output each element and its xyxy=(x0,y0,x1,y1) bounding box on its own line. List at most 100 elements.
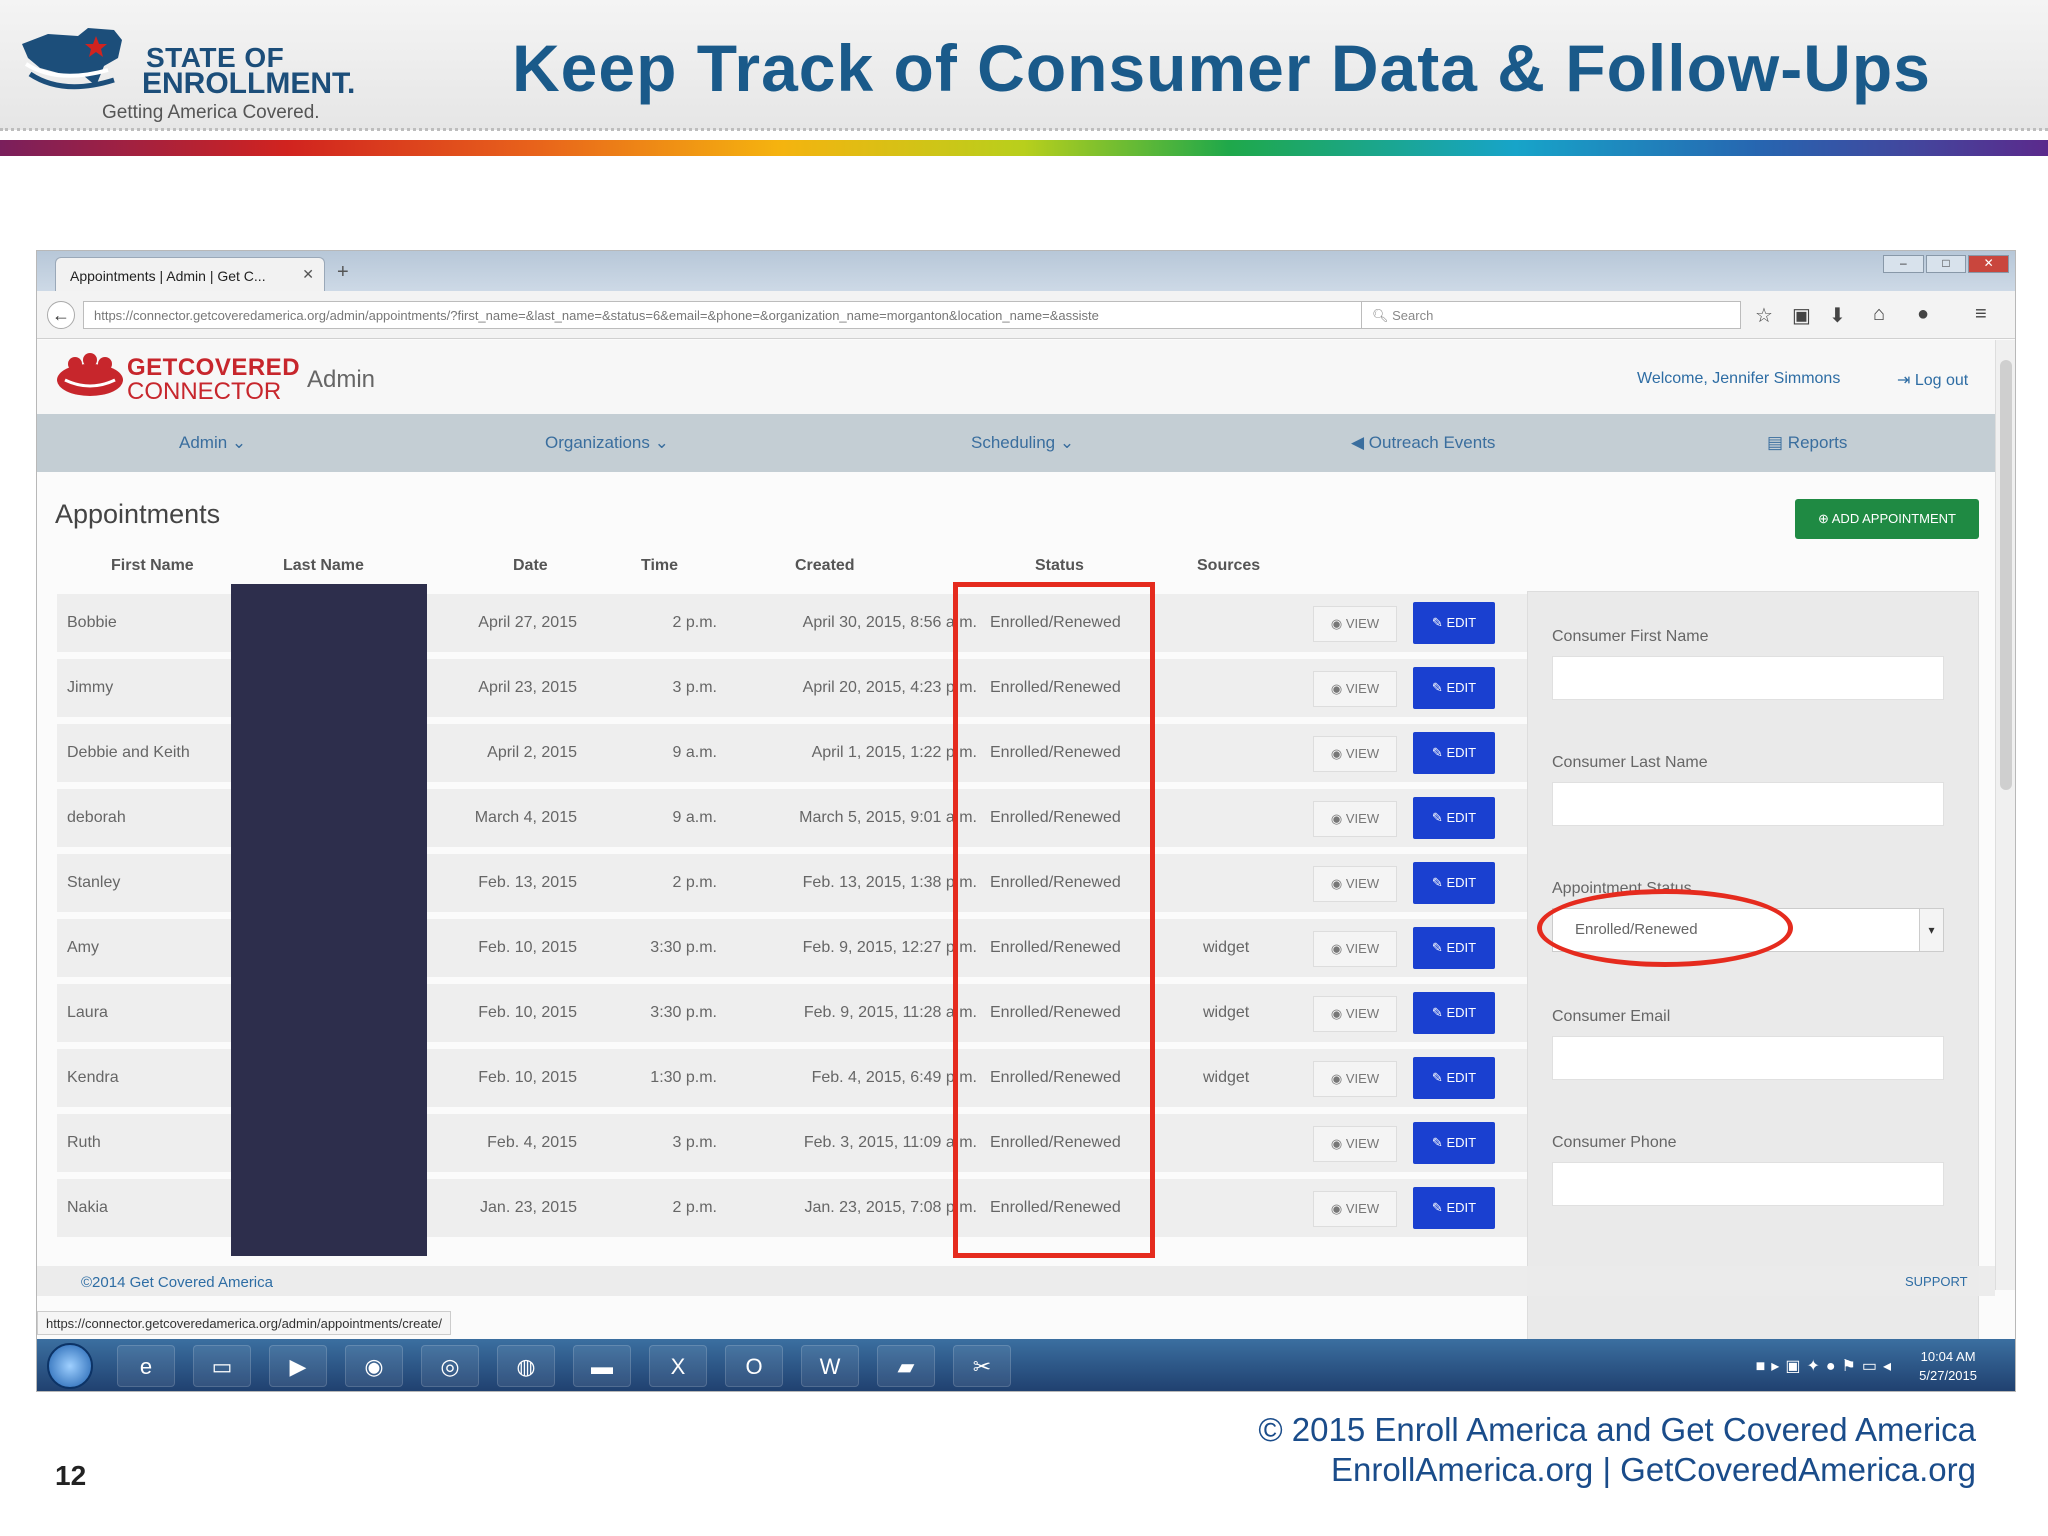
file-explorer-icon[interactable]: ▭ xyxy=(193,1345,251,1387)
col-date[interactable]: Date xyxy=(513,557,548,575)
view-button[interactable]: ◉ VIEW xyxy=(1313,866,1397,902)
edit-button[interactable]: ✎ EDIT xyxy=(1413,797,1495,839)
view-button[interactable]: ◉ VIEW xyxy=(1313,1061,1397,1097)
close-window-icon[interactable]: ✕ xyxy=(1968,255,2010,273)
view-label: VIEW xyxy=(1345,1006,1380,1021)
view-button[interactable]: ◉ VIEW xyxy=(1313,606,1397,642)
browser-search-input[interactable]: 🔍︎ Search xyxy=(1361,301,1741,329)
edit-button[interactable]: ✎ EDIT xyxy=(1413,667,1495,709)
bookmark-star-icon[interactable]: ☆ xyxy=(1755,303,1773,328)
copyright-line2: EnrollAmerica.org | GetCoveredAmerica.or… xyxy=(1331,1451,1976,1488)
view-button[interactable]: ◉ VIEW xyxy=(1313,1191,1397,1227)
support-link[interactable]: SUPPORT xyxy=(1905,1274,1968,1289)
pencil-icon: ✎ xyxy=(1431,810,1447,825)
eye-icon: ◉ xyxy=(1330,746,1346,761)
col-status[interactable]: Status xyxy=(1035,557,1084,575)
last-name-filter-label: Consumer Last Name xyxy=(1552,754,1708,771)
word-icon[interactable]: W xyxy=(801,1345,859,1387)
edit-button[interactable]: ✎ EDIT xyxy=(1413,1057,1495,1099)
firefox-icon[interactable]: ◍ xyxy=(497,1345,555,1387)
menu-admin[interactable]: Admin ⌄ xyxy=(179,433,246,453)
cell-time: 2 p.m. xyxy=(672,1199,717,1216)
first-name-filter-input[interactable] xyxy=(1552,656,1944,700)
edit-label: EDIT xyxy=(1446,940,1477,955)
back-arrow-icon[interactable]: ← xyxy=(47,301,75,329)
system-tray-icons[interactable]: ■▸▣✦●⚑▭◂ xyxy=(1756,1356,1897,1376)
logo-line2: ENROLLMENT. xyxy=(142,67,356,100)
internet-explorer-icon[interactable]: e xyxy=(117,1345,175,1387)
pencil-icon: ✎ xyxy=(1431,1135,1447,1150)
slide-title: Keep Track of Consumer Data & Follow-Ups xyxy=(512,31,1931,105)
window-controls: – □ ✕ xyxy=(1881,255,2010,275)
view-button[interactable]: ◉ VIEW xyxy=(1313,671,1397,707)
cell-created: Feb. 4, 2015, 6:49 p.m. xyxy=(811,1069,977,1086)
last-name-filter-input[interactable] xyxy=(1552,782,1944,826)
email-filter-input[interactable] xyxy=(1552,1036,1944,1080)
edit-button[interactable]: ✎ EDIT xyxy=(1413,927,1495,969)
clipboard-icon[interactable]: ▣ xyxy=(1792,303,1811,328)
col-sources[interactable]: Sources xyxy=(1197,557,1260,575)
col-created[interactable]: Created xyxy=(795,557,855,575)
scrollbar-thumb[interactable] xyxy=(2000,360,2012,790)
cell-source: widget xyxy=(1203,939,1250,956)
outlook-icon[interactable]: O xyxy=(725,1345,783,1387)
pencil-icon: ✎ xyxy=(1431,1070,1447,1085)
browser-tab[interactable]: Appointments | Admin | Get C... ✕ xyxy=(55,257,325,291)
col-first-name[interactable]: First Name xyxy=(111,557,194,575)
logout-link[interactable]: ⇥ Log out xyxy=(1897,370,1968,390)
office-icon[interactable]: ◉ xyxy=(345,1345,403,1387)
view-button[interactable]: ◉ VIEW xyxy=(1313,1126,1397,1162)
edit-button[interactable]: ✎ EDIT xyxy=(1413,862,1495,904)
chrome-icon[interactable]: ◎ xyxy=(421,1345,479,1387)
menu-outreach-label: Outreach Events xyxy=(1368,433,1496,452)
pencil-icon: ✎ xyxy=(1431,1005,1447,1020)
menu-outreach-events[interactable]: ◀ Outreach Events xyxy=(1351,433,1495,453)
eye-icon: ◉ xyxy=(1330,941,1346,956)
col-last-name[interactable]: Last Name xyxy=(283,557,364,575)
menu-organizations[interactable]: Organizations ⌄ xyxy=(545,433,669,453)
search-placeholder: Search xyxy=(1392,308,1434,323)
cell-date: Feb. 4, 2015 xyxy=(487,1134,577,1151)
network-folder-icon[interactable]: ▰ xyxy=(877,1345,935,1387)
maximize-icon[interactable]: □ xyxy=(1925,255,1967,273)
media-player-icon[interactable]: ▶ xyxy=(269,1345,327,1387)
download-icon[interactable]: ⬇ xyxy=(1829,303,1846,328)
pencil-icon: ✎ xyxy=(1431,940,1447,955)
view-button[interactable]: ◉ VIEW xyxy=(1313,801,1397,837)
edit-button[interactable]: ✎ EDIT xyxy=(1413,992,1495,1034)
windows-taskbar: e ▭ ▶ ◉ ◎ ◍ ▬ X O W ▰ ✂ ■▸▣✦●⚑▭◂ 10:04 A… xyxy=(37,1339,2015,1391)
hamburger-menu-icon[interactable]: ≡ xyxy=(1975,303,1987,326)
copyright-line1: © 2015 Enroll America and Get Covered Am… xyxy=(1258,1411,1976,1448)
pencil-icon: ✎ xyxy=(1431,1200,1447,1215)
cell-time: 9 a.m. xyxy=(672,809,717,826)
new-tab-icon[interactable]: + xyxy=(337,261,349,284)
start-button-icon[interactable] xyxy=(47,1343,93,1389)
tab-close-icon[interactable]: ✕ xyxy=(302,266,314,283)
edit-button[interactable]: ✎ EDIT xyxy=(1413,1187,1495,1229)
col-time[interactable]: Time xyxy=(641,557,678,575)
view-label: VIEW xyxy=(1345,1071,1380,1086)
slide-page-number: 12 xyxy=(55,1460,87,1491)
snipping-tool-icon[interactable]: ✂ xyxy=(953,1345,1011,1387)
address-bar[interactable]: https://connector.getcoveredamerica.org/… xyxy=(83,301,1383,329)
edit-label: EDIT xyxy=(1446,1200,1477,1215)
chat-icon[interactable]: ● xyxy=(1917,303,1929,326)
page-scrollbar[interactable] xyxy=(1995,340,2015,1290)
home-icon[interactable]: ⌂ xyxy=(1873,303,1885,326)
edit-button[interactable]: ✎ EDIT xyxy=(1413,1122,1495,1164)
view-button[interactable]: ◉ VIEW xyxy=(1313,996,1397,1032)
minimize-icon[interactable]: – xyxy=(1883,255,1924,273)
add-appointment-label: ADD APPOINTMENT xyxy=(1831,511,1957,526)
edit-button[interactable]: ✎ EDIT xyxy=(1413,732,1495,774)
menu-scheduling[interactable]: Scheduling ⌄ xyxy=(971,433,1074,453)
edit-button[interactable]: ✎ EDIT xyxy=(1413,602,1495,644)
menu-reports[interactable]: ▤ Reports xyxy=(1767,433,1847,453)
view-button[interactable]: ◉ VIEW xyxy=(1313,736,1397,772)
folder-icon[interactable]: ▬ xyxy=(573,1345,631,1387)
phone-filter-input[interactable] xyxy=(1552,1162,1944,1206)
view-button[interactable]: ◉ VIEW xyxy=(1313,931,1397,967)
taskbar-clock[interactable]: 10:04 AM 5/27/2015 xyxy=(1919,1347,1977,1385)
cell-time: 3:30 p.m. xyxy=(650,1004,717,1021)
excel-icon[interactable]: X xyxy=(649,1345,707,1387)
add-appointment-button[interactable]: ⊕ ADD APPOINTMENT xyxy=(1795,499,1979,539)
